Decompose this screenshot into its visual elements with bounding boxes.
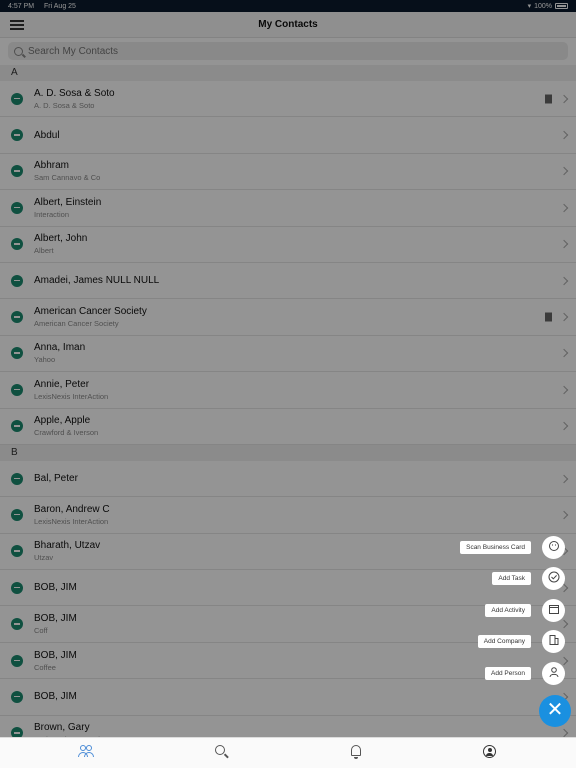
building-icon (548, 633, 560, 651)
close-icon: ✕ (546, 699, 564, 721)
calendar-icon (548, 602, 560, 620)
tab-profile[interactable] (482, 744, 498, 760)
fab-item-label[interactable]: Add Task (492, 572, 531, 585)
scan-card-icon (548, 539, 560, 557)
fab-item-label[interactable]: Add Person (485, 667, 531, 680)
fab-item-button[interactable] (542, 662, 565, 685)
fab-item-label[interactable]: Add Company (477, 635, 531, 648)
close-fab-button[interactable]: ✕ (539, 695, 571, 727)
person-icon (548, 665, 560, 683)
fab-item-button[interactable] (542, 599, 565, 622)
fab-item-label[interactable]: Scan Business Card (460, 541, 531, 554)
fab-item-button[interactable] (542, 630, 565, 653)
tab-search[interactable] (213, 744, 229, 760)
fab-item-add-person[interactable]: Add Person (485, 662, 565, 685)
fab-item-add-activity[interactable]: Add Activity (485, 599, 565, 622)
tab-contacts[interactable] (78, 744, 94, 760)
fab-item-add-task[interactable]: Add Task (492, 567, 565, 590)
tab-bar (0, 737, 576, 768)
check-circle-icon (548, 570, 560, 588)
fab-item-scan-business-card[interactable]: Scan Business Card (460, 536, 565, 559)
fab-item-label[interactable]: Add Activity (485, 604, 531, 617)
tab-notifications[interactable] (348, 744, 364, 760)
fab-item-button[interactable] (542, 536, 565, 559)
fab-item-button[interactable] (542, 567, 565, 590)
fab-menu-overlay[interactable] (0, 0, 576, 737)
fab-item-add-company[interactable]: Add Company (477, 630, 565, 653)
